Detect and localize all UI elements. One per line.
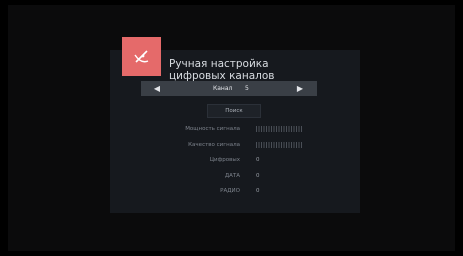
signal-quality-row: Качество сигнала [110,140,360,150]
signal-quality-meter [256,142,302,148]
arrow-right-icon[interactable]: ▶ [293,81,307,96]
digital-count-value: 0 [256,157,260,163]
signal-strength-label: Мощность сигнала [185,126,240,132]
signal-quality-label: Качество сигнала [188,142,240,148]
page-title: Ручная настройка цифровых каналов [169,58,274,82]
search-button[interactable]: Поиск [207,104,261,118]
radio-count-row: РАДИО 0 [110,186,360,196]
data-count-row: ДАТА 0 [110,171,360,181]
signal-strength-meter [256,126,302,132]
data-count-value: 0 [256,173,260,179]
channel-label: Канал [213,85,233,92]
radio-count-label: РАДИО [220,188,240,194]
data-count-label: ДАТА [224,173,240,179]
satellite-dish-icon [122,37,161,76]
title-line-1: Ручная настройка [169,58,269,70]
digital-count-label: Цифровых [209,157,240,163]
digital-count-row: Цифровых 0 [110,155,360,165]
radio-count-value: 0 [256,188,260,194]
channel-value: 5 [245,85,249,92]
arrow-left-icon[interactable]: ◀ [150,81,164,96]
channel-selector[interactable]: ◀ Канал 5 ▶ [141,81,317,96]
signal-strength-row: Мощность сигнала [110,124,360,134]
